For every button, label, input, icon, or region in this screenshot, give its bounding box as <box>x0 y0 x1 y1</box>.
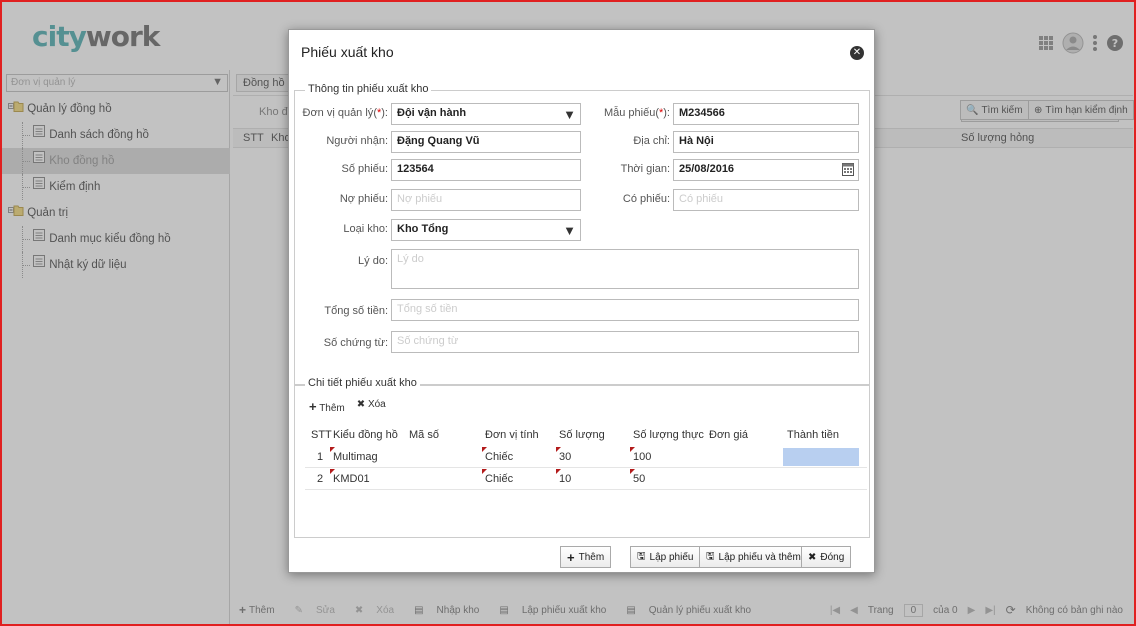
donvi-label: Đơn vị quản lý(*): <box>302 107 389 119</box>
loaikho-label: Loại kho: <box>343 223 388 235</box>
create-button-label: Lập phiếu <box>649 551 694 563</box>
create-button[interactable]: 🖫 Lập phiếu <box>630 546 701 568</box>
table-cell-slt[interactable]: 100 <box>633 451 651 463</box>
x-icon: ✖ <box>356 399 366 410</box>
close-icon[interactable]: ✕ <box>850 46 864 60</box>
mau-label: Mẫu phiếu(*): <box>603 107 670 119</box>
table-cell-stt[interactable]: 2 <box>317 473 323 485</box>
dirty-marker <box>630 469 635 474</box>
detail-add-button[interactable]: + Thêm <box>309 399 345 414</box>
cophieu-input[interactable]: Có phiếu <box>673 189 859 211</box>
close-button[interactable]: ✖ Đóng <box>801 546 852 568</box>
dirty-marker <box>630 447 635 452</box>
close-button-label: Đóng <box>820 551 845 563</box>
column-header[interactable]: Đơn vị tính <box>485 429 539 441</box>
lydo-textarea[interactable]: Lý do <box>391 249 859 289</box>
tongtien-input[interactable]: Tổng số tiền <box>391 299 859 321</box>
plus-icon: + <box>567 549 575 565</box>
detail-grid-header: STT Kiểu đồng hồ Mã số Đơn vị tính Số lượng S… <box>305 427 867 445</box>
detail-legend: Chi tiết phiếu xuất kho <box>305 377 420 389</box>
dirty-marker <box>330 469 335 474</box>
loaikho-value: Kho Tổng <box>397 223 449 235</box>
nophieu-input[interactable]: Nợ phiếu <box>391 189 581 211</box>
table-cell-kieu[interactable]: KMD01 <box>333 473 370 485</box>
column-header[interactable]: STT <box>311 429 332 441</box>
detail-group: Chi tiết phiếu xuất kho + Thêm ✖ Xóa STT… <box>294 377 870 538</box>
table-cell-slt[interactable]: 50 <box>633 473 645 485</box>
column-header[interactable]: Kiểu đồng hồ <box>333 429 398 441</box>
table-cell-stt[interactable]: 1 <box>317 451 323 463</box>
info-group: Thông tin phiếu xuất kho Đơn vị quản lý(… <box>294 83 870 386</box>
column-header[interactable]: Số lượng thực <box>633 429 704 441</box>
export-modal: Phiếu xuất kho ✕ Thông tin phiếu xuất kh… <box>288 29 875 573</box>
cophieu-label: Có phiếu: <box>622 193 670 205</box>
chevron-down-icon[interactable]: ▼ <box>563 223 576 238</box>
x-icon: ✖ <box>808 551 817 563</box>
add-button[interactable]: + Thêm <box>560 546 612 568</box>
dirty-marker <box>482 469 487 474</box>
table-cell-sl[interactable]: 30 <box>559 451 571 463</box>
table-cell-thanhtien[interactable] <box>783 448 859 466</box>
nophieu-label: Nợ phiếu: <box>339 193 388 205</box>
lydo-label: Lý do: <box>358 255 388 267</box>
mau-input[interactable]: M234566 <box>673 103 859 125</box>
create-and-add-label: Lập phiếu và thêm <box>718 551 801 563</box>
table-row[interactable]: 1 Multimag Chiếc 30 100 <box>305 447 867 468</box>
nguoinhan-label: Người nhận: <box>326 135 388 147</box>
loaikho-select[interactable]: Kho Tổng ▼ <box>391 219 581 241</box>
table-cell-dvt[interactable]: Chiếc <box>485 473 513 485</box>
info-legend: Thông tin phiếu xuất kho <box>305 83 432 95</box>
thoigian-label: Thời gian: <box>620 163 670 175</box>
chevron-down-icon[interactable]: ▼ <box>563 107 576 122</box>
detail-toolbar: + Thêm ✖ Xóa <box>309 399 386 414</box>
detail-add-label: Thêm <box>319 403 345 414</box>
donvi-value: Đội vận hành <box>397 107 467 119</box>
detail-delete-label: Xóa <box>367 399 386 410</box>
diachi-input[interactable]: Hà Nội <box>673 131 859 153</box>
save-icon: 🖫 <box>706 550 715 562</box>
column-header[interactable]: Số lượng <box>559 429 605 441</box>
detail-delete-button[interactable]: ✖ Xóa <box>357 399 386 414</box>
column-header[interactable]: Đơn giá <box>709 429 748 441</box>
thoigian-value: 25/08/2016 <box>679 163 735 175</box>
diachi-label: Địa chỉ: <box>633 135 670 147</box>
column-header[interactable]: Thành tiền <box>787 429 839 441</box>
calendar-icon[interactable] <box>842 162 854 179</box>
donvi-select[interactable]: Đội vận hành ▼ <box>391 103 581 125</box>
create-and-add-button[interactable]: 🖫 Lập phiếu và thêm <box>699 546 808 568</box>
sophieu-label: Số phiếu: <box>341 163 388 175</box>
chungtu-label: Số chứng từ: <box>323 337 388 349</box>
sophieu-input[interactable]: 123564 <box>391 159 581 181</box>
table-cell-sl[interactable]: 10 <box>559 473 571 485</box>
dirty-marker <box>330 447 335 452</box>
dirty-marker <box>556 469 561 474</box>
table-cell-dvt[interactable]: Chiếc <box>485 451 513 463</box>
add-button-label: Thêm <box>578 551 605 563</box>
dirty-marker <box>556 447 561 452</box>
dirty-marker <box>482 447 487 452</box>
nguoinhan-input[interactable]: Đặng Quang Vũ <box>391 131 581 153</box>
table-cell-kieu[interactable]: Multimag <box>333 451 378 463</box>
save-icon: 🖫 <box>637 550 646 562</box>
table-row[interactable]: 2 KMD01 Chiếc 10 50 <box>305 469 867 490</box>
chungtu-input[interactable]: Số chứng từ <box>391 331 859 353</box>
plus-icon: + <box>309 399 317 414</box>
modal-title: Phiếu xuất kho <box>301 44 394 60</box>
column-header[interactable]: Mã số <box>409 429 439 441</box>
thoigian-input[interactable]: 25/08/2016 <box>673 159 859 181</box>
tongtien-label: Tổng số tiền: <box>324 305 388 317</box>
